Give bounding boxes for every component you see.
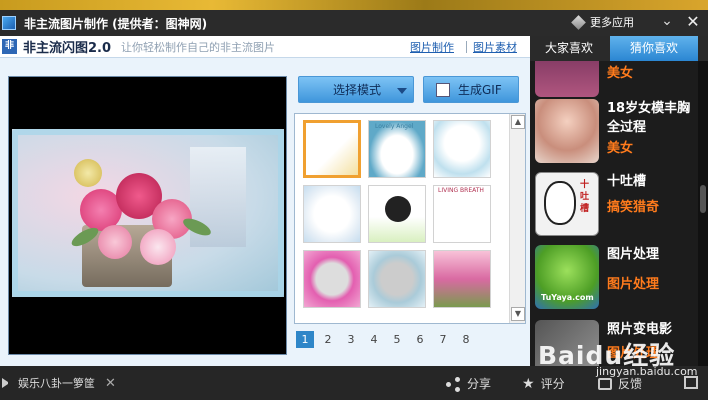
template-thumb[interactable] (368, 250, 426, 308)
meme-face (544, 181, 576, 225)
item-category: 美女 (607, 66, 634, 81)
link-image-make[interactable]: 图片制作 (410, 39, 454, 55)
share-dot (446, 381, 451, 387)
page-6[interactable]: 6 (411, 331, 429, 348)
select-mode-label: 选择模式 (333, 83, 382, 97)
close-icon[interactable]: ✕ (105, 376, 116, 391)
cartoon-cat (385, 196, 411, 222)
template-thumb[interactable] (368, 185, 426, 243)
page-8[interactable]: 8 (457, 331, 475, 348)
template-thumb[interactable] (303, 185, 361, 243)
news-text: 娱乐八卦一箩筐 (18, 377, 95, 390)
thumb-caption: Lovely Angel (375, 123, 414, 130)
page-3[interactable]: 3 (342, 331, 360, 348)
rate-button[interactable]: ★ 评分 (522, 375, 565, 392)
title-bar: 非主流图片制作 (提供者：图神网) 更多应用 ⌄ ✕ (0, 10, 708, 36)
preview-image (12, 129, 284, 297)
speaker-icon (2, 378, 12, 388)
window-title: 非主流图片制作 (提供者：图神网) (24, 16, 208, 31)
share-button[interactable]: 分享 (446, 375, 491, 392)
more-apps-button[interactable]: 更多应用 (571, 14, 634, 30)
tab-everyone-likes[interactable]: 大家喜欢 (530, 36, 608, 61)
chevron-down-icon (397, 88, 407, 94)
scrollbar-thumb[interactable] (700, 185, 706, 213)
sidebar-item-3[interactable]: 十吐槽 十吐槽 搞笑猎奇 (535, 172, 695, 236)
item-category: 图片处理 (607, 277, 660, 292)
app-window: 非主流图片制作 (提供者：图神网) 更多应用 ⌄ ✕ 非 非主流闪图2.0 让你… (0, 0, 708, 400)
app-icon (2, 16, 16, 30)
app-header: 非 非主流闪图2.0 让你轻松制作自己的非主流图片 图片制作 图片素材 (0, 36, 530, 58)
page-7[interactable]: 7 (434, 331, 452, 348)
generate-gif-button[interactable]: 生成GIF (423, 76, 519, 103)
scroll-down-icon[interactable]: ▼ (511, 307, 525, 321)
app-tagline: 让你轻松制作自己的非主流图片 (121, 40, 276, 54)
item-category: 美女 (607, 141, 634, 156)
share-dot (455, 386, 460, 392)
sidebar-item-1[interactable]: 美女 (535, 61, 695, 97)
item-thumbnail (535, 99, 599, 163)
item-thumbnail (535, 61, 599, 97)
image-icon (436, 82, 450, 97)
template-thumb[interactable]: LIVING BREATH (433, 185, 491, 243)
minimize-button[interactable]: ⌄ (660, 10, 674, 36)
thumb-caption: TuYaya.com (541, 293, 594, 302)
thumb-caption: 十吐槽 (580, 180, 590, 214)
recommendation-sidebar: 大家喜欢 猜你喜欢 美女 18岁女模丰胸全过程 美女 十吐槽 十吐槽 搞笑猎奇 (530, 36, 708, 366)
pagination: 1 2 3 4 5 6 7 8 (296, 330, 480, 348)
link-image-materials[interactable]: 图片素材 (473, 39, 517, 55)
select-mode-button[interactable]: 选择模式 (298, 76, 414, 103)
tab-you-may-like[interactable]: 猜你喜欢 (610, 36, 698, 61)
page-2[interactable]: 2 (319, 331, 337, 348)
item-thumbnail: 十吐槽 (535, 172, 599, 236)
template-thumb[interactable] (303, 120, 361, 178)
template-thumb[interactable] (433, 120, 491, 178)
preview-canvas[interactable] (8, 76, 287, 355)
sidebar-scrollbar[interactable] (698, 61, 708, 366)
page-5[interactable]: 5 (388, 331, 406, 348)
page-4[interactable]: 4 (365, 331, 383, 348)
share-label: 分享 (467, 377, 492, 391)
main-panel: 非 非主流闪图2.0 让你轻松制作自己的非主流图片 图片制作 图片素材 选择模式… (0, 36, 530, 366)
desktop-strip (0, 0, 708, 10)
sidebar-item-2[interactable]: 18岁女模丰胸全过程 美女 (535, 99, 695, 163)
gallery-scrollbar[interactable]: ▲ ▼ (509, 114, 525, 323)
watermark-url: jingyan.baidu.com (596, 365, 698, 378)
generate-gif-label: 生成GIF (458, 83, 502, 97)
scroll-up-icon[interactable]: ▲ (511, 115, 525, 129)
news-ticker[interactable]: 娱乐八卦一箩筐 ✕ (2, 375, 116, 391)
sidebar-item-4[interactable]: TuYaya.com 图片处理 图片处理 (535, 245, 695, 309)
template-thumb[interactable] (303, 250, 361, 308)
sidebar-list: 美女 18岁女模丰胸全过程 美女 十吐槽 十吐槽 搞笑猎奇 TuYaya.com… (530, 61, 708, 366)
item-title: 18岁女模丰胸全过程 (607, 101, 691, 135)
decorative-frame (12, 129, 284, 297)
item-title: 图片处理 (607, 247, 660, 262)
rate-label: 评分 (540, 377, 565, 391)
template-thumb[interactable]: Lovely Angel (368, 120, 426, 178)
sidebar-tabs: 大家喜欢 猜你喜欢 (530, 36, 708, 61)
item-title: 十吐槽 (607, 174, 647, 189)
close-button[interactable]: ✕ (686, 10, 700, 36)
feedback-icon (598, 377, 612, 390)
app-name: 非主流闪图2.0 (23, 41, 112, 56)
frame-gallery: Lovely Angel LIVING BREATH ▲ ▼ (294, 113, 526, 324)
share-icon (446, 376, 460, 392)
item-thumbnail: TuYaya.com (535, 245, 599, 309)
template-thumb[interactable] (433, 250, 491, 308)
star-icon: ★ (522, 375, 535, 392)
thumb-caption: LIVING BREATH (438, 187, 484, 194)
more-apps-label: 更多应用 (590, 16, 634, 29)
link-divider (466, 41, 467, 53)
share-dot (455, 376, 460, 382)
page-1[interactable]: 1 (296, 330, 314, 348)
app-logo: 非 (2, 39, 17, 54)
item-category: 搞笑猎奇 (607, 200, 660, 215)
cube-icon (571, 14, 586, 30)
